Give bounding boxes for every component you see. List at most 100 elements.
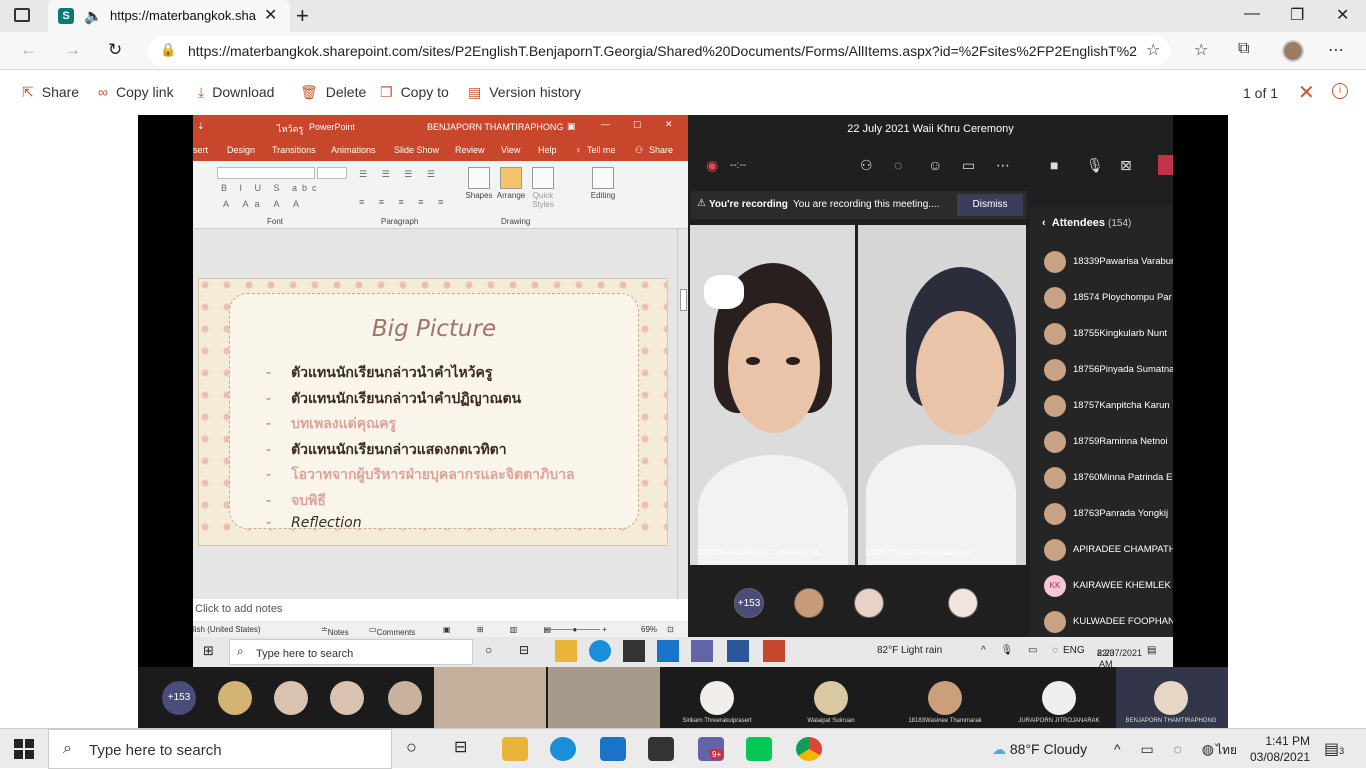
slide-scrollbar[interactable]	[677, 229, 688, 599]
attendee-item[interactable]: 18760Minna Patrinda E	[1044, 461, 1173, 497]
video-tile[interactable]: 18075Thitipa Treeyapompan	[858, 225, 1026, 565]
attendee-item[interactable]: 18756Pinyada Sumatna	[1044, 353, 1173, 389]
windows-start-icon[interactable]: ⊞	[203, 643, 214, 659]
tab-design[interactable]: Design	[227, 145, 255, 155]
participants-icon[interactable]: ⚇	[860, 157, 873, 174]
refresh-button[interactable]: ↻	[108, 40, 122, 60]
gallery-avatar[interactable]	[218, 681, 252, 715]
lock-icon[interactable]: 🔒	[160, 42, 176, 58]
speaker-icon[interactable]: 🔈	[84, 7, 103, 25]
tab-insert[interactable]: sert	[193, 145, 208, 155]
cortana-icon[interactable]: ○	[485, 643, 492, 657]
favorites-icon[interactable]: ☆	[1194, 40, 1208, 60]
fit-slide-icon[interactable]: ⊡	[667, 625, 674, 634]
teams-icon[interactable]: 9+	[698, 737, 724, 761]
mail-icon[interactable]	[657, 640, 679, 662]
attendee-item[interactable]: APIRADEE CHAMPATHI	[1044, 533, 1173, 569]
scroll-thumb[interactable]	[680, 289, 687, 311]
shared-notification-icon[interactable]: ▤	[1147, 645, 1156, 656]
tab-animations[interactable]: Animations	[331, 145, 376, 155]
chat-icon[interactable]: ◌	[894, 157, 902, 173]
weather-widget[interactable]: ☁ 88°F Cloudy	[992, 741, 1087, 758]
reactions-icon[interactable]: ☺	[928, 157, 942, 173]
delete-button[interactable]: 🗑 Delete	[300, 84, 366, 101]
browser-tab[interactable]: S 🔈 https://materbangkok.share ✕	[48, 0, 290, 32]
share-screen-icon[interactable]: ⊠	[1120, 157, 1132, 174]
copy-to-button[interactable]: ❐ Copy to	[380, 84, 449, 101]
attendee-item[interactable]: 18763Panrada Yongkij	[1044, 497, 1173, 533]
gallery-avatar[interactable]	[1042, 681, 1076, 715]
editing-button[interactable]: Editing	[587, 167, 619, 200]
avatar[interactable]	[948, 588, 978, 618]
tab-help[interactable]: Help	[538, 145, 557, 155]
attendees-header[interactable]: ‹ Attendees (154)	[1042, 217, 1131, 229]
font-name-box[interactable]	[217, 167, 315, 179]
avatar[interactable]	[854, 588, 884, 618]
shared-lang[interactable]: ENG	[1063, 645, 1085, 656]
back-button[interactable]: ←	[20, 40, 37, 60]
mail-icon[interactable]	[600, 737, 626, 761]
notes-button[interactable]: ≐ Notes	[321, 625, 349, 637]
minimize-button[interactable]: —	[1244, 5, 1260, 23]
attendee-item[interactable]: KULWADEE FOOPHAN	[1044, 605, 1173, 641]
close-viewer-icon[interactable]: ✕	[1298, 80, 1315, 105]
tab-review[interactable]: Review	[455, 145, 485, 155]
gallery-avatar[interactable]	[274, 681, 308, 715]
edge-icon[interactable]	[589, 640, 611, 662]
share-button[interactable]: ⇱ Share	[22, 84, 79, 101]
profile-avatar[interactable]	[1282, 40, 1304, 62]
taskbar-search[interactable]: ⌕ Type here to search	[48, 729, 392, 769]
tab-actions-icon[interactable]	[14, 8, 30, 22]
ppt-close[interactable]: ✕	[665, 119, 673, 130]
tab-transitions[interactable]: Transitions	[272, 145, 316, 155]
zoom-slider[interactable]: - ────●──── +	[545, 625, 607, 634]
download-button[interactable]: ⤓ Download	[198, 84, 274, 101]
ppt-maximize[interactable]: ☐	[633, 120, 641, 131]
tray-icons[interactable]: ^ ▭ ◌ ◍	[1114, 741, 1222, 758]
new-tab-button[interactable]: +	[296, 3, 309, 29]
font-color-buttons[interactable]: A Aa A A	[223, 199, 305, 209]
file-explorer-icon[interactable]	[502, 737, 528, 761]
ribbon-display-icon[interactable]: ▣	[567, 121, 576, 132]
attendee-item[interactable]: KK KAIRAWEE KHEMLEK	[1044, 569, 1173, 605]
camera-off-icon[interactable]: ■	[1050, 157, 1058, 173]
microphone-icon[interactable]: 🎙	[1086, 157, 1104, 174]
attendee-item[interactable]: 18759Raminna Netnoi	[1044, 425, 1173, 461]
ppt-share[interactable]: Share	[649, 145, 673, 155]
zoom-level[interactable]: 69%	[641, 625, 657, 634]
gallery-avatar[interactable]	[1154, 681, 1188, 715]
shapes-button[interactable]: Shapes	[463, 167, 495, 200]
input-language[interactable]: ไทย	[1216, 741, 1237, 760]
font-format-buttons[interactable]: B I U S abc	[221, 183, 322, 193]
arrange-button[interactable]: Arrange	[495, 167, 527, 200]
list-buttons[interactable]: ☰ ☰ ☰ ☰	[359, 169, 441, 180]
word-icon[interactable]	[727, 640, 749, 662]
windows-start-icon[interactable]	[14, 739, 34, 759]
share-tray-icon[interactable]: ▭	[962, 157, 975, 174]
notes-pane[interactable]: Click to add notes	[193, 599, 688, 621]
task-view-icon[interactable]: ⊟	[519, 643, 529, 657]
attendee-item[interactable]: 18755Kingkularb Nunt	[1044, 317, 1173, 353]
gallery-more-button[interactable]: +153	[162, 681, 196, 715]
version-history-button[interactable]: ▤ Version history	[468, 84, 581, 101]
copy-link-button[interactable]: ∞ Copy link	[98, 84, 174, 100]
store-icon[interactable]	[623, 640, 645, 662]
url-field[interactable]: 🔒 https://materbangkok.sharepoint.com/si…	[148, 36, 1170, 66]
powerpoint-icon[interactable]	[763, 640, 785, 662]
cortana-icon[interactable]: ○	[406, 737, 417, 758]
font-size-box[interactable]	[317, 167, 347, 179]
system-clock[interactable]: 1:41 PM 03/08/2021	[1250, 733, 1310, 765]
ppt-minimize[interactable]: —	[601, 119, 610, 129]
edge-icon[interactable]	[550, 737, 576, 761]
leave-button[interactable]	[1158, 155, 1173, 175]
gallery-avatar[interactable]	[814, 681, 848, 715]
align-buttons[interactable]: ≡ ≡ ≡ ≡ ≡	[359, 197, 449, 207]
gallery-avatar[interactable]	[700, 681, 734, 715]
shared-weather[interactable]: 82°F Light rain	[877, 645, 942, 656]
attendee-item[interactable]: 18757Kanpitcha Karun	[1044, 389, 1173, 425]
video-tile[interactable]: 18322Geeratchaya Catherine At...	[690, 225, 855, 565]
slide[interactable]: Big Picture - ตัวแทนนักเรียนกล่าวนำคำไหว้…	[198, 278, 668, 546]
close-tab-icon[interactable]: ✕	[264, 5, 277, 25]
add-favorite-icon[interactable]: ☆	[1146, 40, 1160, 60]
attendee-item[interactable]: 18574 Ploychompu Par	[1044, 281, 1173, 317]
